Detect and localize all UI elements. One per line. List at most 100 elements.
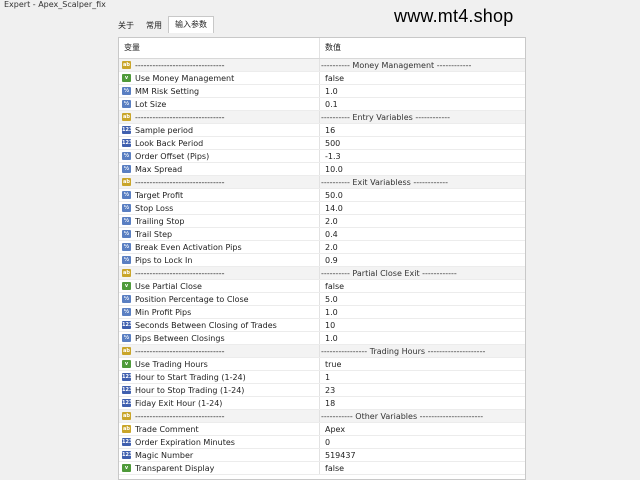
- parameter-name-cell: 123 Magic Number: [119, 449, 320, 461]
- parameter-value[interactable]: ---------------- Trading Hours ---------…: [320, 345, 525, 357]
- parameter-value[interactable]: ---------- Money Management ------------: [320, 59, 525, 71]
- parameter-name-cell: ½ Min Profit Pips: [119, 306, 320, 318]
- parameter-name-cell: 123 Hour to Start Trading (1-24): [119, 371, 320, 383]
- parameter-name-cell: v Use Partial Close: [119, 280, 320, 292]
- tab-about[interactable]: 关于: [112, 19, 140, 33]
- parameter-value[interactable]: 1: [320, 371, 525, 383]
- parameter-name-cell: ½ Trail Step: [119, 228, 320, 240]
- integer-type-icon: 123: [122, 126, 133, 134]
- parameter-row[interactable]: ½ Pips Between Closings 1.0: [119, 332, 525, 345]
- parameter-row[interactable]: v Use Partial Close false: [119, 280, 525, 293]
- parameter-value[interactable]: 1.0: [320, 85, 525, 97]
- parameter-row[interactable]: ½ Trailing Stop 2.0: [119, 215, 525, 228]
- parameter-row[interactable]: 123 Seconds Between Closing of Trades 10: [119, 319, 525, 332]
- parameter-name-cell: ½ Break Even Activation Pips: [119, 241, 320, 253]
- parameter-name-cell: 123 Seconds Between Closing of Trades: [119, 319, 320, 331]
- parameter-row[interactable]: 123 Magic Number 519437: [119, 449, 525, 462]
- parameter-value[interactable]: 18: [320, 397, 525, 409]
- parameter-row[interactable]: 123 Sample period 16: [119, 124, 525, 137]
- parameter-value[interactable]: 1.0: [320, 306, 525, 318]
- parameter-row[interactable]: ½ Lot Size 0.1: [119, 98, 525, 111]
- parameter-name: Seconds Between Closing of Trades: [135, 320, 277, 330]
- parameter-value[interactable]: ---------- Entry Variables ------------: [320, 111, 525, 123]
- parameter-value[interactable]: 23: [320, 384, 525, 396]
- parameter-name: -------------------------------: [135, 177, 225, 187]
- parameter-value[interactable]: Apex: [320, 423, 525, 435]
- parameter-name-cell: ab -------------------------------: [119, 410, 320, 422]
- parameter-name-cell: ab Trade Comment: [119, 423, 320, 435]
- double-type-icon: ½: [122, 295, 131, 303]
- parameter-name: Sample period: [135, 125, 194, 135]
- parameter-value[interactable]: 0: [320, 436, 525, 448]
- column-header-variable[interactable]: 变量: [119, 38, 320, 58]
- tab-common[interactable]: 常用: [140, 19, 168, 33]
- parameter-name: Pips to Lock In: [135, 255, 193, 265]
- parameter-value[interactable]: 519437: [320, 449, 525, 461]
- parameter-value[interactable]: true: [320, 358, 525, 370]
- parameter-name: Pips Between Closings: [135, 333, 225, 343]
- parameter-value[interactable]: 0.1: [320, 98, 525, 110]
- parameter-row[interactable]: 123 Fiday Exit Hour (1-24) 18: [119, 397, 525, 410]
- string-type-icon: ab: [122, 412, 131, 420]
- parameter-row[interactable]: ab ------------------------------- -------…: [119, 176, 525, 189]
- parameter-name-cell: ½ MM Risk Setting: [119, 85, 320, 97]
- parameter-name-cell: ½ Lot Size: [119, 98, 320, 110]
- column-header-value[interactable]: 数值: [320, 38, 341, 58]
- parameter-row[interactable]: ½ Min Profit Pips 1.0: [119, 306, 525, 319]
- parameter-value[interactable]: 0.4: [320, 228, 525, 240]
- parameter-value[interactable]: false: [320, 72, 525, 84]
- parameter-row[interactable]: ab ------------------------------- -------…: [119, 345, 525, 358]
- parameter-name: Trade Comment: [135, 424, 199, 434]
- string-type-icon: ab: [122, 113, 131, 121]
- tab-inputs[interactable]: 输入参数: [168, 16, 214, 33]
- parameter-row[interactable]: ½ Break Even Activation Pips 2.0: [119, 241, 525, 254]
- parameter-row[interactable]: ab ------------------------------- -------…: [119, 59, 525, 72]
- parameter-row[interactable]: ab ------------------------------- -------…: [119, 267, 525, 280]
- parameter-name-cell: ab -------------------------------: [119, 111, 320, 123]
- parameter-name: Break Even Activation Pips: [135, 242, 242, 252]
- parameter-row[interactable]: ½ Position Percentage to Close 5.0: [119, 293, 525, 306]
- parameter-value[interactable]: 2.0: [320, 241, 525, 253]
- parameter-value[interactable]: 2.0: [320, 215, 525, 227]
- parameter-name: Order Expiration Minutes: [135, 437, 235, 447]
- parameter-value[interactable]: ----------- Other Variables ------------…: [320, 410, 525, 422]
- parameter-row[interactable]: 123 Look Back Period 500: [119, 137, 525, 150]
- integer-type-icon: 123: [122, 386, 133, 394]
- parameter-row[interactable]: ½ Stop Loss 14.0: [119, 202, 525, 215]
- parameter-row[interactable]: ½ Target Profit 50.0: [119, 189, 525, 202]
- parameter-row[interactable]: v Use Trading Hours true: [119, 358, 525, 371]
- parameter-row[interactable]: ab ------------------------------- -------…: [119, 111, 525, 124]
- double-type-icon: ½: [122, 308, 131, 316]
- parameter-row[interactable]: 123 Hour to Start Trading (1-24) 1: [119, 371, 525, 384]
- parameter-row[interactable]: 123 Hour to Stop Trading (1-24) 23: [119, 384, 525, 397]
- parameter-value[interactable]: false: [320, 280, 525, 292]
- parameter-row[interactable]: v Transparent Display false: [119, 462, 525, 475]
- parameter-row[interactable]: ½ MM Risk Setting 1.0: [119, 85, 525, 98]
- parameter-value[interactable]: 10: [320, 319, 525, 331]
- parameter-row[interactable]: ½ Max Spread 10.0: [119, 163, 525, 176]
- parameter-row[interactable]: ab Trade Comment Apex: [119, 423, 525, 436]
- parameter-value[interactable]: ---------- Partial Close Exit ----------…: [320, 267, 525, 279]
- parameter-value[interactable]: 16: [320, 124, 525, 136]
- parameter-row[interactable]: ab ------------------------------- -------…: [119, 410, 525, 423]
- parameter-name-cell: 123 Fiday Exit Hour (1-24): [119, 397, 320, 409]
- parameter-value[interactable]: ---------- Exit Variabless ------------: [320, 176, 525, 188]
- parameter-row[interactable]: 123 Order Expiration Minutes 0: [119, 436, 525, 449]
- parameter-value[interactable]: 10.0: [320, 163, 525, 175]
- parameter-value[interactable]: 14.0: [320, 202, 525, 214]
- parameter-row[interactable]: ½ Trail Step 0.4: [119, 228, 525, 241]
- parameter-value[interactable]: 1.0: [320, 332, 525, 344]
- double-type-icon: ½: [122, 165, 131, 173]
- parameter-value[interactable]: 500: [320, 137, 525, 149]
- parameter-name-cell: ab -------------------------------: [119, 267, 320, 279]
- parameter-value[interactable]: 0.9: [320, 254, 525, 266]
- parameter-name-cell: ½ Pips Between Closings: [119, 332, 320, 344]
- parameter-name: -------------------------------: [135, 346, 225, 356]
- parameter-value[interactable]: false: [320, 462, 525, 474]
- parameter-value[interactable]: 5.0: [320, 293, 525, 305]
- parameter-value[interactable]: -1.3: [320, 150, 525, 162]
- parameter-row[interactable]: v Use Money Management false: [119, 72, 525, 85]
- parameter-row[interactable]: ½ Order Offset (Pips) -1.3: [119, 150, 525, 163]
- parameter-row[interactable]: ½ Pips to Lock In 0.9: [119, 254, 525, 267]
- parameter-value[interactable]: 50.0: [320, 189, 525, 201]
